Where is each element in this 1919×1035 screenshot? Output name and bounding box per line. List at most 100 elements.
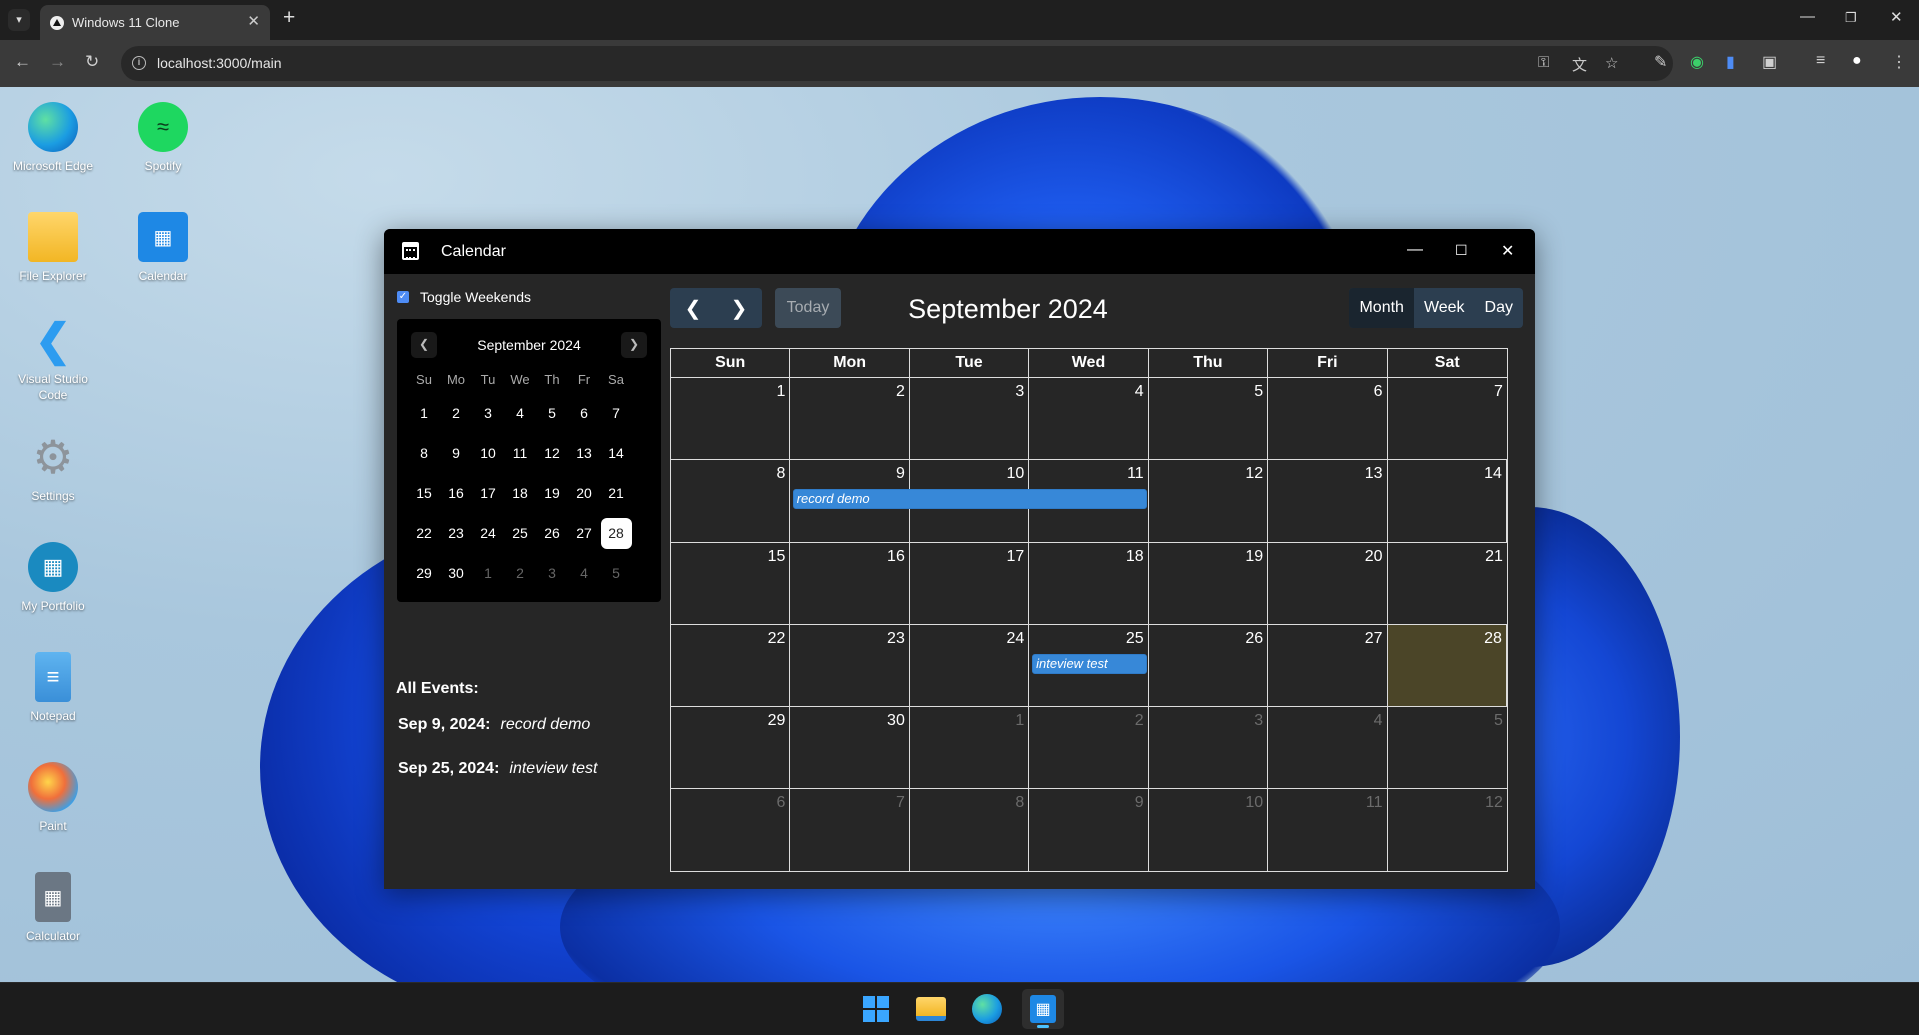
mini-day[interactable]: 22 — [408, 513, 440, 553]
day-cell[interactable]: 7 — [790, 789, 910, 872]
taskbar-file-explorer[interactable] — [910, 989, 952, 1029]
window-titlebar[interactable]: Calendar — ☐ ✕ — [384, 229, 1535, 274]
day-number[interactable]: 4 — [1135, 383, 1144, 401]
mini-day[interactable]: 5 — [536, 393, 568, 433]
mini-day[interactable]: 2 — [440, 393, 472, 433]
desktop-icon-calculator[interactable]: ▦ Calculator — [0, 872, 106, 944]
maximize-icon[interactable]: ☐ — [1455, 242, 1468, 259]
desktop-icon-settings[interactable]: ⚙ Settings — [0, 431, 106, 504]
day-number[interactable]: 16 — [887, 548, 905, 566]
taskbar-edge[interactable] — [966, 989, 1008, 1029]
day-cell[interactable]: 11 — [1268, 789, 1388, 872]
mini-day[interactable]: 13 — [568, 433, 600, 473]
day-cell[interactable]: 6 — [1268, 378, 1388, 460]
day-number[interactable]: 11 — [1366, 794, 1383, 812]
reload-icon[interactable]: ↻ — [85, 52, 99, 72]
toggle-weekends[interactable]: ✓ Toggle Weekends — [397, 289, 531, 305]
mini-day[interactable]: 10 — [472, 433, 504, 473]
day-cell[interactable]: 4 — [1268, 707, 1388, 789]
mini-day[interactable]: 20 — [568, 473, 600, 513]
mini-day[interactable]: 7 — [600, 393, 632, 433]
desktop-icon-portfolio[interactable]: ▦ My Portfolio — [0, 542, 106, 614]
mini-day[interactable]: 19 — [536, 473, 568, 513]
mini-day[interactable]: 28 — [600, 513, 632, 553]
day-cell[interactable]: 13 — [1268, 460, 1388, 542]
calendar-event[interactable]: record demo — [792, 489, 1147, 510]
day-cell[interactable]: 1 — [671, 378, 791, 460]
restore-icon[interactable]: ❐ — [1845, 10, 1857, 26]
mini-day[interactable]: 4 — [568, 553, 600, 593]
day-cell[interactable]: 15 — [671, 542, 791, 624]
day-number[interactable]: 1 — [1015, 712, 1024, 730]
mini-day[interactable]: 30 — [440, 553, 472, 593]
address-bar[interactable]: i localhost:3000/main ⚿ 文 ☆ — [121, 46, 1673, 81]
taskbar-calendar[interactable]: ▦ — [1022, 989, 1064, 1029]
close-icon[interactable]: ✕ — [1890, 8, 1903, 26]
browser-tab[interactable]: Windows 11 Clone ✕ — [40, 5, 270, 40]
profile-icon[interactable]: ● — [1852, 52, 1862, 70]
mini-day[interactable]: 16 — [440, 473, 472, 513]
desktop-icon-file-explorer[interactable]: File Explorer — [0, 212, 106, 284]
day-cell[interactable]: 27 — [1268, 624, 1388, 707]
day-cell[interactable]: 21 — [1388, 543, 1507, 624]
day-cell[interactable]: 8 — [910, 789, 1030, 872]
day-cell[interactable]: 4 — [1029, 378, 1149, 460]
day-number[interactable]: 29 — [768, 712, 786, 730]
back-icon[interactable]: ← — [14, 52, 31, 72]
day-number[interactable]: 2 — [1135, 712, 1144, 730]
mini-day[interactable]: 6 — [568, 393, 600, 433]
day-number[interactable]: 6 — [777, 794, 786, 812]
day-number[interactable]: 5 — [1254, 383, 1263, 401]
day-number[interactable]: 19 — [1245, 548, 1263, 566]
day-number[interactable]: 9 — [1135, 794, 1144, 812]
day-cell[interactable]: 24 — [910, 624, 1030, 707]
day-number[interactable]: 14 — [1484, 465, 1502, 483]
extension-green-icon[interactable]: ◉ — [1690, 52, 1704, 72]
day-cell[interactable]: 30 — [790, 707, 910, 789]
desktop-icon-paint[interactable]: Paint — [0, 762, 106, 834]
day-number[interactable]: 23 — [887, 630, 905, 648]
day-number[interactable]: 2 — [896, 383, 905, 401]
day-cell[interactable]: 3 — [910, 378, 1030, 460]
mini-day[interactable]: 9 — [440, 433, 472, 473]
extensions-puzzle-icon[interactable]: ▣ — [1762, 52, 1777, 72]
day-number[interactable]: 13 — [1365, 465, 1383, 483]
day-number[interactable]: 25 — [1126, 630, 1144, 648]
day-number[interactable]: 22 — [768, 630, 786, 648]
desktop-icon-edge[interactable]: Microsoft Edge — [0, 102, 106, 174]
day-number[interactable]: 10 — [1006, 465, 1024, 483]
mini-next-icon[interactable]: ❯ — [621, 332, 647, 358]
mini-day[interactable]: 4 — [504, 393, 536, 433]
mini-day[interactable]: 2 — [504, 553, 536, 593]
day-cell[interactable]: 26 — [1149, 624, 1269, 707]
mini-day[interactable]: 12 — [536, 433, 568, 473]
desktop-icon-calendar[interactable]: ▦ Calendar — [110, 212, 216, 284]
event-list-item[interactable]: Sep 25, 2024: inteview test — [398, 760, 597, 778]
day-number[interactable]: 15 — [768, 548, 786, 566]
day-cell[interactable]: 5 — [1149, 378, 1269, 460]
mini-day[interactable]: 14 — [600, 433, 632, 473]
day-number[interactable]: 7 — [1494, 383, 1503, 401]
mini-day[interactable]: 26 — [536, 513, 568, 553]
mini-day[interactable]: 21 — [600, 473, 632, 513]
day-cell[interactable]: 2 — [790, 378, 910, 460]
day-cell[interactable]: 12 — [1149, 460, 1269, 542]
day-cell[interactable]: 19 — [1149, 542, 1269, 624]
day-cell[interactable]: 3 — [1149, 707, 1269, 789]
day-number[interactable]: 26 — [1245, 630, 1263, 648]
day-cell[interactable]: 22 — [671, 624, 791, 707]
url-text[interactable]: localhost:3000/main — [157, 55, 282, 71]
day-cell[interactable]: 10 — [1149, 789, 1269, 872]
mini-day[interactable]: 25 — [504, 513, 536, 553]
day-number[interactable]: 4 — [1374, 712, 1383, 730]
event-list-item[interactable]: Sep 9, 2024: record demo — [398, 716, 590, 734]
password-key-icon[interactable]: ⚿ — [1538, 54, 1549, 71]
forward-icon[interactable]: → — [49, 52, 66, 72]
mini-day[interactable]: 8 — [408, 433, 440, 473]
desktop-icon-vscode[interactable]: ❮ Visual Studio Code — [0, 315, 106, 403]
desktop-icon-spotify[interactable]: ≈ Spotify — [110, 102, 216, 174]
mini-day[interactable]: 17 — [472, 473, 504, 513]
day-number[interactable]: 1 — [777, 383, 786, 401]
tab-close-icon[interactable]: ✕ — [247, 12, 260, 30]
day-cell[interactable]: 1 — [910, 707, 1030, 789]
